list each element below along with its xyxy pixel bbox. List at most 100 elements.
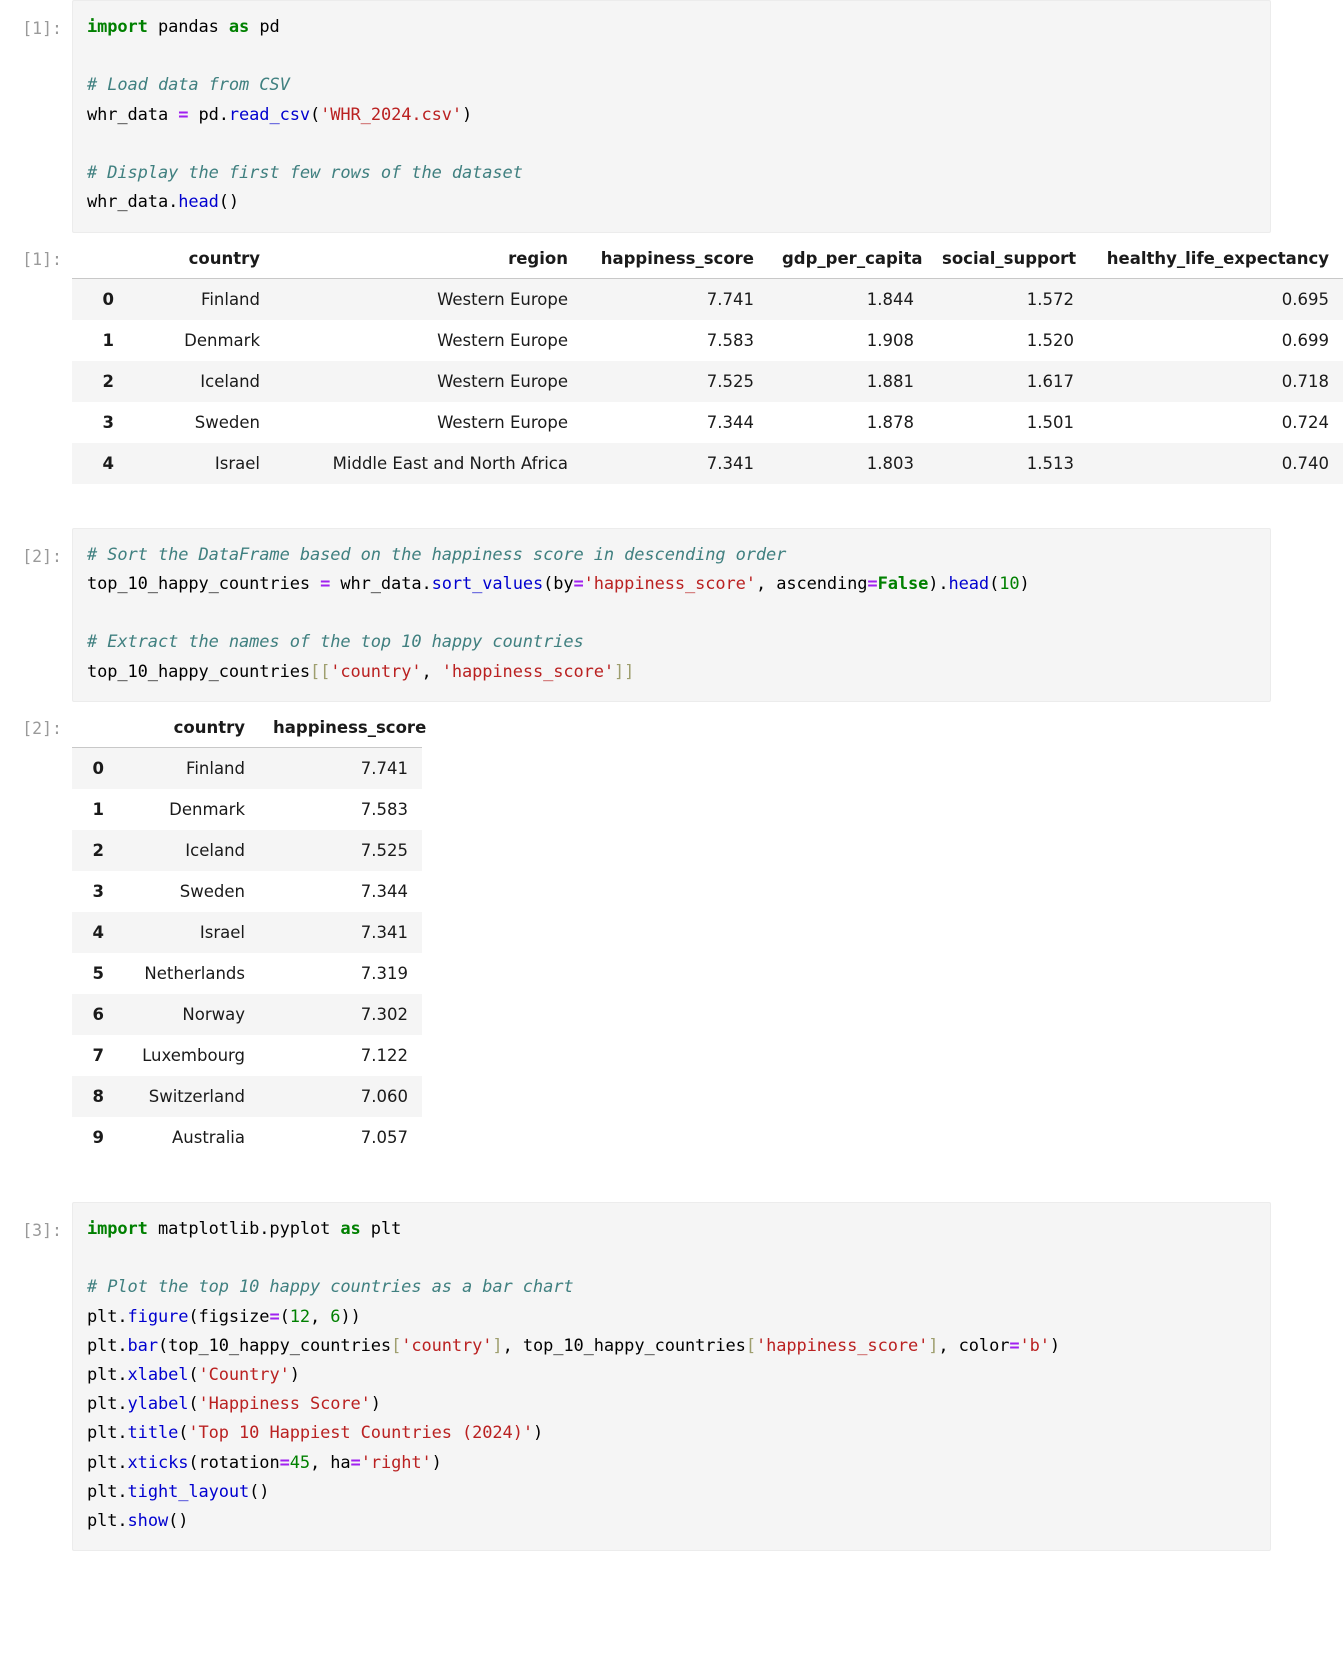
- kwarg-eq: =: [279, 1452, 290, 1473]
- var-top10: top_10_happy_countries: [87, 573, 321, 594]
- table-row: 2 Iceland Western Europe 7.525 1.881 1.6…: [72, 360, 1343, 402]
- var-whr-data: whr_data: [87, 104, 179, 125]
- paren-open: (: [188, 1394, 199, 1415]
- dataframe-head-table: country region happiness_score gdp_per_c…: [72, 240, 1343, 484]
- cell-country: Israel: [214, 453, 260, 473]
- row-index: 5: [92, 963, 104, 983]
- kwarg-eq: =: [269, 1306, 280, 1327]
- paren-close: ): [1049, 1335, 1061, 1356]
- column-header-country: country: [124, 240, 274, 279]
- comma: ,: [421, 661, 442, 682]
- str-happiness-score: 'happiness_score': [755, 1335, 929, 1356]
- cell-happiness-score: 7.319: [360, 963, 408, 983]
- kw-as: as: [340, 1218, 361, 1239]
- plt-prefix: plt.: [87, 1423, 128, 1444]
- cell-3-input-prompt: [3]:: [22, 1220, 62, 1240]
- cell-healthy-life-expectancy: 0.718: [1281, 371, 1329, 391]
- fn-figure: figure: [127, 1306, 189, 1327]
- alias-plt: plt: [360, 1218, 402, 1239]
- comment-display-head: # Display the first few rows of the data…: [87, 163, 523, 184]
- cell-country: Australia: [172, 1127, 245, 1147]
- table-row: 0 Finland Western Europe 7.741 1.844 1.5…: [72, 278, 1343, 320]
- plt-prefix: plt.: [87, 1306, 128, 1327]
- fn-xlabel: xlabel: [127, 1364, 189, 1385]
- str-happiness-score: 'happiness_score': [441, 661, 615, 682]
- cell-2-output-area: country happiness_score 0 Finland 7.741 …: [72, 709, 1343, 1158]
- cell-healthy-life-expectancy: 0.740: [1281, 453, 1329, 473]
- notebook-container: [1]: import pandas as pd # Load data fro…: [0, 0, 1343, 1552]
- table-row: 4 Israel Middle East and North Africa 7.…: [72, 442, 1343, 484]
- cell-country: Iceland: [200, 371, 260, 391]
- cell-region: Western Europe: [437, 371, 568, 391]
- bracket-close: ]: [492, 1335, 503, 1356]
- fn-xticks: xticks: [127, 1452, 189, 1473]
- cell-3-code-editor[interactable]: import matplotlib.pyplot as plt # Plot t…: [72, 1201, 1271, 1552]
- fn-read-csv: read_csv: [228, 104, 310, 125]
- module-pandas: pandas: [147, 17, 229, 37]
- cell-country: Netherlands: [144, 963, 245, 983]
- paren-close: )): [340, 1306, 361, 1327]
- arg-figsize: (figsize: [188, 1306, 270, 1327]
- var-whr-data-ref: whr_data.: [87, 192, 179, 213]
- row-index: 9: [92, 1127, 104, 1147]
- cell-social-support: 1.617: [1026, 371, 1074, 391]
- row-index: 7: [92, 1045, 104, 1065]
- cell-country: Finland: [201, 289, 260, 309]
- bracket-close: ]]: [614, 661, 635, 682]
- cell-healthy-life-expectancy: 0.695: [1281, 289, 1329, 309]
- arg-rotation: (rotation: [188, 1452, 280, 1473]
- bracket-open: [: [391, 1335, 402, 1356]
- comma: ,: [310, 1306, 331, 1327]
- cell-country: Finland: [186, 758, 245, 778]
- column-header-healthy-life-expectancy: healthy_life_expectancy: [1088, 240, 1343, 279]
- fn-head: head: [178, 192, 219, 213]
- kwarg-eq: =: [867, 573, 878, 594]
- str-xlabel: 'Country': [198, 1364, 290, 1385]
- cell-happiness-score: 7.344: [706, 412, 754, 432]
- table-row: 3 Sweden Western Europe 7.344 1.878 1.50…: [72, 401, 1343, 443]
- column-header-region: region: [274, 240, 582, 279]
- num-figwidth: 12: [289, 1306, 311, 1327]
- notebook-cell-2-input[interactable]: [2]: # Sort the DataFrame based on the h…: [0, 527, 1343, 702]
- cell-country: Luxembourg: [142, 1045, 245, 1065]
- cell-2-output-prompt: [2]:: [22, 718, 62, 738]
- row-index: 4: [102, 453, 114, 473]
- cell-1-code-editor[interactable]: import pandas as pd # Load data from CSV…: [72, 0, 1271, 233]
- arg-ascending: , ascending: [755, 573, 868, 594]
- comment-load-csv: # Load data from CSV: [87, 75, 290, 96]
- row-index: 0: [102, 289, 114, 309]
- fn-sort-values: sort_values: [431, 573, 544, 594]
- paren-close: ): [1019, 573, 1030, 594]
- plt-prefix: plt.: [87, 1452, 128, 1473]
- table-row: 7 Luxembourg 7.122: [72, 1034, 422, 1076]
- row-index: 0: [92, 758, 104, 778]
- paren-close: ): [370, 1394, 381, 1415]
- column-header-country: country: [114, 709, 259, 748]
- str-chart-title: 'Top 10 Happiest Countries (2024)': [188, 1423, 533, 1444]
- row-index: 1: [102, 330, 114, 350]
- row-index: 6: [92, 1004, 104, 1024]
- row-index: 2: [102, 371, 114, 391]
- num-rotation: 45: [289, 1452, 310, 1473]
- cell-2-code-editor[interactable]: # Sort the DataFrame based on the happin…: [72, 527, 1271, 702]
- str-csv-filename: 'WHR_2024.csv': [320, 104, 463, 125]
- str-country: 'country': [401, 1335, 493, 1356]
- paren-open: (: [310, 104, 321, 125]
- table-row: 5 Netherlands 7.319: [72, 952, 422, 994]
- cell-happiness-score: 7.341: [706, 453, 754, 473]
- cell-country: Switzerland: [148, 1086, 245, 1106]
- alias-pd: pd: [249, 17, 280, 37]
- table-row: 6 Norway 7.302: [72, 993, 422, 1035]
- table-header-row: country happiness_score: [72, 709, 426, 748]
- table-row: 2 Iceland 7.525: [72, 829, 422, 871]
- notebook-cell-1-input[interactable]: [1]: import pandas as pd # Load data fro…: [0, 0, 1343, 233]
- paren-open: (: [188, 1364, 199, 1385]
- notebook-cell-3-input[interactable]: [3]: import matplotlib.pyplot as plt # P…: [0, 1201, 1343, 1552]
- table-body: 0 Finland Western Europe 7.741 1.844 1.5…: [72, 278, 1343, 484]
- kwarg-eq: =: [1009, 1335, 1020, 1356]
- paren-close: ): [289, 1364, 300, 1385]
- table-row: 1 Denmark Western Europe 7.583 1.908 1.5…: [72, 319, 1343, 361]
- arg-color: , color: [938, 1335, 1010, 1356]
- row-index: 3: [92, 881, 104, 901]
